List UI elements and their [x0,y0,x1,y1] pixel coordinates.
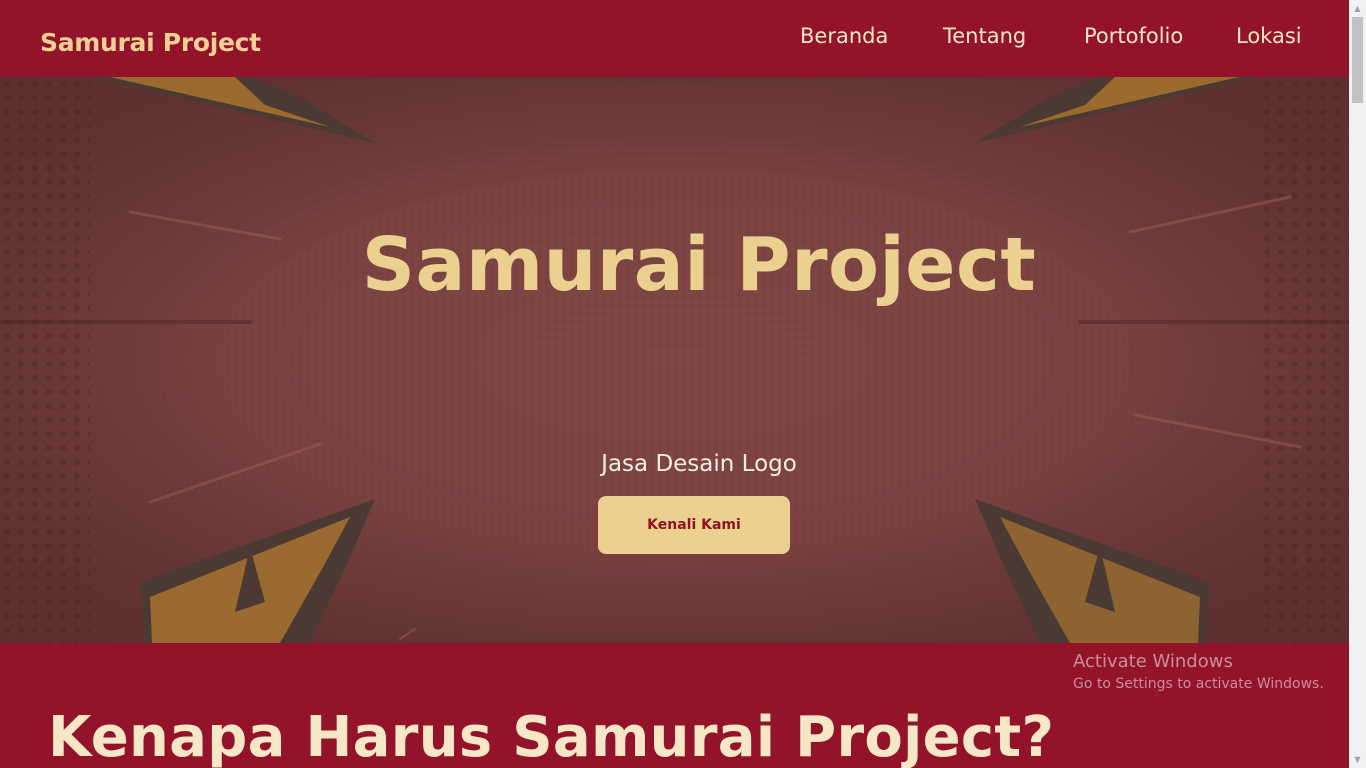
hero-section: Samurai Project Jasa Desain Logo Kenali … [0,77,1349,643]
hero-title: Samurai Project [361,222,1037,308]
activate-windows-message: Go to Settings to activate Windows. [1073,676,1324,692]
hero-background-graphic [0,77,1349,643]
nav-link-portofolio[interactable]: Portofolio [1084,24,1183,48]
vertical-scrollbar[interactable]: ▲ ▼ [1349,0,1366,768]
activate-windows-title: Activate Windows [1073,651,1233,672]
scroll-up-arrow-icon[interactable]: ▲ [1349,0,1366,17]
navbar: Samurai Project Beranda Tentang Portofol… [0,0,1349,77]
kenali-kami-button[interactable]: Kenali Kami [598,496,790,554]
scrollbar-thumb[interactable] [1352,17,1363,103]
nav-link-tentang[interactable]: Tentang [943,24,1026,48]
nav-link-beranda[interactable]: Beranda [800,24,888,48]
scroll-down-arrow-icon[interactable]: ▼ [1349,751,1366,768]
hero-subtitle: Jasa Desain Logo [601,451,797,477]
section-title: Kenapa Harus Samurai Project? [48,705,1055,768]
brand-logo-text[interactable]: Samurai Project [40,28,261,57]
activate-windows-watermark: Activate Windows Go to Settings to activ… [1073,651,1324,695]
nav-link-lokasi[interactable]: Lokasi [1236,24,1302,48]
page: Samurai Project Beranda Tentang Portofol… [0,0,1349,768]
